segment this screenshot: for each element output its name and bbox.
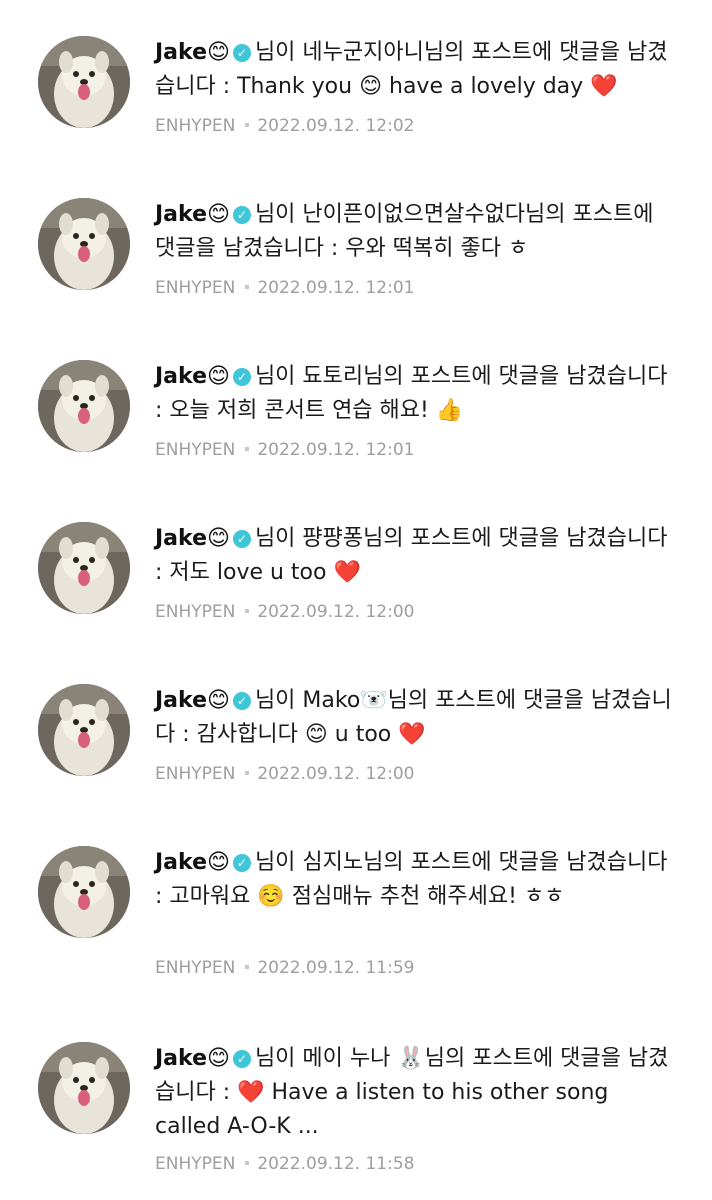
author-name[interactable]: Jake😊 <box>155 202 230 227</box>
comment-feed: Jake😊 ✓ 님이 네누군지아니님의 포스트에 댓글을 남겼습니다 : Thank… <box>0 0 712 1200</box>
avatar[interactable] <box>38 198 130 290</box>
timestamp: 2022.09.12. 12:00 <box>257 764 415 784</box>
comment-text: Jake😊 ✓ 님이 메이 누나 🐰님의 포스트에 댓글을 남겼습니다 : ❤️ H… <box>155 1042 675 1144</box>
comment-body: 님이 됴토리님의 포스트에 댓글을 남겼습니다 : 오늘 저희 콘서트 연습 해… <box>155 364 668 423</box>
comment-body: 님이 메이 누나 🐰님의 포스트에 댓글을 남겼습니다 : ❤️ Have a … <box>155 1046 669 1139</box>
comment-text: Jake😊 ✓ 님이 난이픈이없으면살수없다님의 포스트에 댓글을 남겼습니다 : … <box>155 198 675 266</box>
source-label: ENHYPEN <box>155 278 236 298</box>
author-name[interactable]: Jake😊 <box>155 1046 230 1071</box>
avatar[interactable] <box>38 360 130 452</box>
author-name[interactable]: Jake😊 <box>155 688 230 713</box>
separator-dot <box>245 447 250 451</box>
comment-meta: ENHYPEN 2022.09.12. 11:58 <box>155 1154 414 1174</box>
dog-avatar-icon <box>38 36 130 128</box>
comment-meta: ENHYPEN 2022.09.12. 11:59 <box>155 958 414 978</box>
source-label: ENHYPEN <box>155 602 236 622</box>
source-label: ENHYPEN <box>155 958 236 978</box>
author-name[interactable]: Jake😊 <box>155 40 230 65</box>
comment-text: Jake😊 ✓ 님이 Mako🐻‍❄️님의 포스트에 댓글을 남겼습니다 : 감사합… <box>155 684 675 752</box>
dog-avatar-icon <box>38 522 130 614</box>
verified-badge-icon: ✓ <box>232 44 251 62</box>
comment-text: Jake😊 ✓ 님이 됴토리님의 포스트에 댓글을 남겼습니다 : 오늘 저희 콘서… <box>155 360 675 428</box>
avatar[interactable] <box>38 1042 130 1134</box>
comment-text: Jake😊 ✓ 님이 퍙퍙퐁님의 포스트에 댓글을 남겼습니다 : 저도 love … <box>155 522 675 590</box>
comment-text: Jake😊 ✓ 님이 네누군지아니님의 포스트에 댓글을 남겼습니다 : Thank… <box>155 36 675 104</box>
verified-badge-icon: ✓ <box>232 368 251 386</box>
verified-badge-icon: ✓ <box>232 1050 251 1068</box>
comment-text: Jake😊 ✓ 님이 심지노님의 포스트에 댓글을 남겼습니다 : 고마워요 ☺️ … <box>155 846 675 914</box>
dog-avatar-icon <box>38 846 130 938</box>
comment-body: 님이 Mako🐻‍❄️님의 포스트에 댓글을 남겼습니다 : 감사합니다 😊 u… <box>155 688 672 747</box>
separator-dot <box>245 771 250 775</box>
source-label: ENHYPEN <box>155 116 236 136</box>
timestamp: 2022.09.12. 12:02 <box>257 116 415 136</box>
verified-badge-icon: ✓ <box>232 692 251 710</box>
source-label: ENHYPEN <box>155 764 236 784</box>
avatar[interactable] <box>38 684 130 776</box>
comment-meta: ENHYPEN 2022.09.12. 12:02 <box>155 116 414 136</box>
avatar[interactable] <box>38 36 130 128</box>
comment-meta: ENHYPEN 2022.09.12. 12:01 <box>155 278 414 298</box>
separator-dot <box>245 285 250 289</box>
comment-body: 님이 네누군지아니님의 포스트에 댓글을 남겼습니다 : Thank you 😊… <box>155 40 668 99</box>
comment-meta: ENHYPEN 2022.09.12. 12:01 <box>155 440 414 460</box>
comment-meta: ENHYPEN 2022.09.12. 12:00 <box>155 764 414 784</box>
timestamp: 2022.09.12. 11:59 <box>257 958 415 978</box>
timestamp: 2022.09.12. 12:00 <box>257 602 415 622</box>
timestamp: 2022.09.12. 12:01 <box>257 440 415 460</box>
source-label: ENHYPEN <box>155 1154 236 1174</box>
separator-dot <box>245 1161 250 1165</box>
timestamp: 2022.09.12. 11:58 <box>257 1154 415 1174</box>
dog-avatar-icon <box>38 360 130 452</box>
source-label: ENHYPEN <box>155 440 236 460</box>
comment-body: 님이 심지노님의 포스트에 댓글을 남겼습니다 : 고마워요 ☺️ 점심매뉴 추… <box>155 850 668 909</box>
dog-avatar-icon <box>38 198 130 290</box>
verified-badge-icon: ✓ <box>232 530 251 548</box>
author-name[interactable]: Jake😊 <box>155 364 230 389</box>
separator-dot <box>245 609 250 613</box>
verified-badge-icon: ✓ <box>232 854 251 872</box>
avatar[interactable] <box>38 846 130 938</box>
comment-meta: ENHYPEN 2022.09.12. 12:00 <box>155 602 414 622</box>
dog-avatar-icon <box>38 684 130 776</box>
separator-dot <box>245 123 250 127</box>
dog-avatar-icon <box>38 1042 130 1134</box>
avatar[interactable] <box>38 522 130 614</box>
author-name[interactable]: Jake😊 <box>155 850 230 875</box>
verified-badge-icon: ✓ <box>232 206 251 224</box>
comment-body: 님이 퍙퍙퐁님의 포스트에 댓글을 남겼습니다 : 저도 love u too … <box>155 526 668 585</box>
author-name[interactable]: Jake😊 <box>155 526 230 551</box>
timestamp: 2022.09.12. 12:01 <box>257 278 415 298</box>
separator-dot <box>245 965 250 969</box>
